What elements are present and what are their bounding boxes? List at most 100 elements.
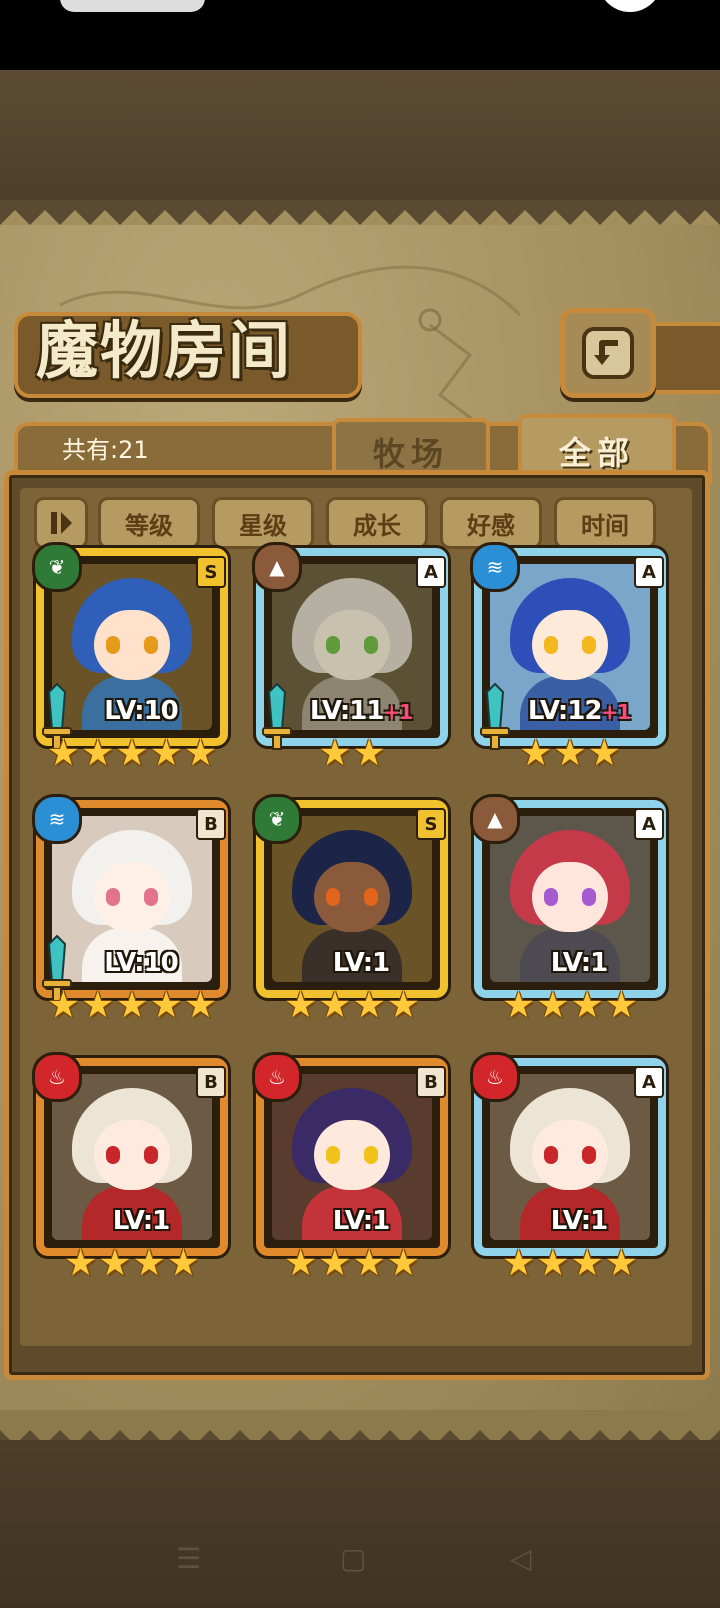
monster-level: LV:1 (286, 1206, 436, 1236)
star-rating: ★ ★ ★ ★ ★ (36, 986, 228, 1026)
star-icon: ★ (167, 1243, 200, 1284)
portrait-eye (106, 888, 120, 906)
portrait-eye (364, 636, 378, 654)
monster-card[interactable]: ▲ A LV:1 ★ ★ ★ ★ (470, 794, 674, 1026)
star-icon: ★ (47, 985, 80, 1026)
star-icon: ★ (81, 733, 114, 774)
level-text: LV:1 (550, 948, 608, 978)
monster-level: LV:1 (286, 948, 436, 978)
portrait-eye (106, 636, 120, 654)
monster-card[interactable]: ≋ A LV:12+1 ★ ★ ★ (470, 542, 674, 774)
monster-card[interactable]: ▲ A LV:11+1 ★ ★ (252, 542, 456, 774)
portrait-eye (364, 888, 378, 906)
star-icon: ★ (184, 985, 217, 1026)
rank-badge: S (416, 808, 446, 840)
star-rating: ★ ★ ★ ★ (474, 1244, 666, 1284)
level-text: LV:1 (332, 1206, 390, 1236)
star-icon: ★ (318, 1243, 351, 1284)
back-icon[interactable]: ◁ (510, 1542, 532, 1575)
rank-badge: A (416, 556, 446, 588)
fire-element-icon: ♨ (470, 1052, 520, 1102)
level-bonus: +1 (601, 700, 631, 724)
level-bonus: +1 (383, 700, 413, 724)
star-icon: ★ (605, 1243, 638, 1284)
water-element-icon: ≋ (470, 542, 520, 592)
star-icon: ★ (81, 985, 114, 1026)
level-text: LV:1 (112, 1206, 170, 1236)
star-icon: ★ (571, 1243, 604, 1284)
star-icon: ★ (64, 1243, 97, 1284)
monster-card[interactable]: ♨ B LV:1 ★ ★ ★ ★ (32, 1052, 236, 1284)
status-pill (60, 0, 205, 12)
star-icon: ★ (553, 733, 587, 774)
star-icon: ★ (588, 733, 621, 774)
portrait-eye (582, 888, 596, 906)
monster-card[interactable]: ❦ S LV:1 ★ ★ ★ ★ (252, 794, 456, 1026)
star-icon: ★ (98, 1243, 131, 1284)
leaf-element-icon: ❦ (252, 794, 302, 844)
star-icon: ★ (318, 985, 351, 1026)
level-text: LV:1 (550, 1206, 608, 1236)
rank-badge: A (634, 1066, 664, 1098)
leaf-element-icon: ❦ (32, 542, 82, 592)
sort-growth-button[interactable]: 成长 (326, 497, 428, 549)
monster-count: 共有:21 (62, 436, 149, 464)
fire-element-icon: ♨ (32, 1052, 82, 1102)
level-text: LV:10 (104, 696, 179, 726)
star-icon: ★ (502, 1243, 535, 1284)
star-icon: ★ (150, 985, 183, 1026)
page-title: 魔物房间 (36, 314, 293, 387)
star-icon: ★ (353, 733, 386, 774)
rank-badge: A (634, 808, 664, 840)
monster-card[interactable]: ❦ S LV:10 ★ ★ ★ ★ ★ (32, 542, 236, 774)
monster-level: LV:11+1 (286, 696, 436, 726)
star-icon: ★ (571, 985, 604, 1026)
portrait-eye (544, 636, 558, 654)
menu-icon[interactable]: ☰ (176, 1542, 201, 1575)
star-icon: ★ (284, 985, 317, 1026)
rank-badge: S (196, 556, 226, 588)
monster-card[interactable]: ♨ A LV:1 ★ ★ ★ ★ (470, 1052, 674, 1284)
star-icon: ★ (353, 985, 386, 1026)
monster-level: LV:10 (66, 948, 216, 978)
monster-card[interactable]: ♨ B LV:1 ★ ★ ★ ★ (252, 1052, 456, 1284)
monster-level: LV:1 (504, 1206, 654, 1236)
status-bar (0, 0, 720, 70)
star-icon: ★ (133, 1243, 166, 1284)
portrait-eye (144, 636, 158, 654)
star-icon: ★ (387, 1243, 420, 1284)
map-background-top (0, 70, 720, 200)
monster-card[interactable]: ≋ B LV:10 ★ ★ ★ ★ ★ (32, 794, 236, 1026)
rank-badge: B (196, 1066, 226, 1098)
star-icon: ★ (502, 985, 535, 1026)
earth-element-icon: ▲ (470, 794, 520, 844)
star-icon: ★ (605, 985, 638, 1026)
portrait-eye (544, 1146, 558, 1164)
sort-time-button[interactable]: 时间 (554, 497, 656, 549)
rank-badge: B (416, 1066, 446, 1098)
rank-badge: A (634, 556, 664, 588)
portrait-eye (106, 1146, 120, 1164)
star-icon: ★ (387, 985, 420, 1026)
star-rating: ★ ★ ★ ★ (36, 1244, 228, 1284)
portrait-eye (144, 888, 158, 906)
monster-level: LV:10 (66, 696, 216, 726)
sort-level-button[interactable]: 等级 (98, 497, 200, 549)
star-icon: ★ (536, 1243, 569, 1284)
monster-level: LV:1 (504, 948, 654, 978)
level-text: LV:11 (309, 696, 385, 726)
portrait-eye (582, 1146, 596, 1164)
back-button[interactable] (560, 308, 656, 398)
star-icon: ★ (519, 733, 552, 774)
star-icon: ★ (353, 1243, 386, 1284)
star-icon: ★ (115, 733, 149, 774)
sort-order-icon (51, 512, 72, 534)
home-icon[interactable]: ▢ (340, 1542, 366, 1575)
star-rating: ★ ★ ★ ★ (474, 986, 666, 1026)
level-text: LV:10 (104, 948, 179, 978)
portrait-eye (326, 888, 340, 906)
star-rating: ★ ★ ★ ★ (256, 1244, 448, 1284)
fire-element-icon: ♨ (252, 1052, 302, 1102)
star-icon: ★ (150, 733, 183, 774)
sort-stars-button[interactable]: 星级 (212, 497, 314, 549)
